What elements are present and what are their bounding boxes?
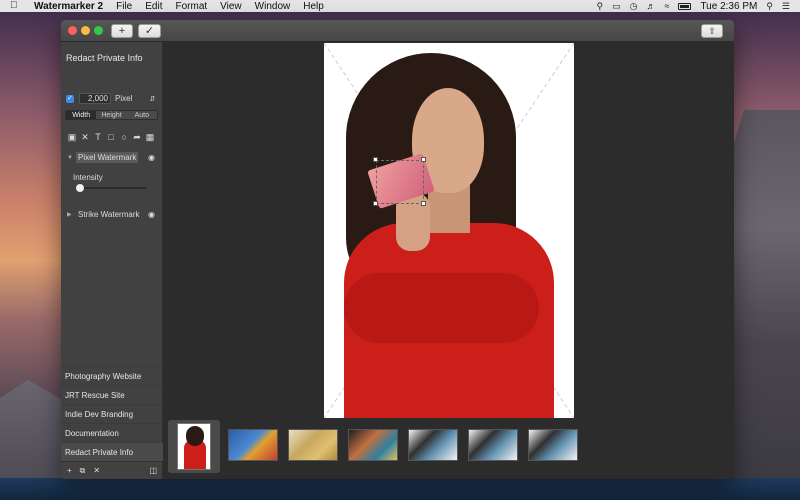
thumbnail[interactable] [408, 429, 458, 461]
thumbnail[interactable] [228, 429, 278, 461]
menu-format[interactable]: Format [175, 1, 207, 12]
preset-item-selected[interactable]: Redact Private Info [61, 442, 163, 461]
image-icon[interactable]: ▣ [67, 132, 77, 142]
menu-app-name[interactable]: Watermarker 2 [34, 1, 103, 12]
segment-height[interactable]: Height [96, 111, 127, 119]
watermark-label[interactable]: Pixel Watermark [76, 152, 139, 163]
apple-menu-icon[interactable]:  [10, 1, 20, 11]
duplicate-preset-icon[interactable]: ⧉ [80, 466, 86, 476]
window-titlebar: + ✓ ⇧ [61, 20, 734, 42]
preset-item[interactable]: Indie Dev Branding [61, 404, 163, 423]
checkmark-icon: ✓ [144, 25, 155, 37]
status-area: ⚲ ▭ ◷ ♬ ≈ Tue 2:36 PM ⚲ ☰ [597, 1, 790, 12]
disclosure-collapsed-icon[interactable]: ▶ [67, 211, 76, 218]
segment-width[interactable]: Width [66, 111, 97, 119]
apply-button[interactable]: ✓ [138, 24, 161, 38]
dimension-segmented-control: Width Height Auto [65, 110, 158, 120]
size-input[interactable]: 2,000 [79, 93, 111, 104]
watermark-item-strike[interactable]: ▶ Strike Watermark ◉ [67, 209, 155, 220]
menubar-clock[interactable]: Tue 2:36 PM [700, 1, 757, 12]
preview-canvas [164, 42, 734, 418]
watermark-selection-box[interactable] [376, 160, 424, 204]
resize-handle[interactable] [421, 201, 426, 206]
sidebar: Redact Private Info ✓ 2,000 Pixel ⇵ Widt… [61, 42, 163, 479]
close-window-button[interactable] [68, 26, 77, 35]
search-icon[interactable]: ⚲ [766, 1, 773, 11]
circle-icon[interactable]: ○ [119, 132, 129, 142]
wifi-icon[interactable]: ≈ [664, 1, 669, 11]
plus-icon: + [118, 25, 126, 37]
intensity-label: Intensity [73, 173, 103, 182]
thumbnail[interactable] [468, 429, 518, 461]
resize-handle[interactable] [373, 201, 378, 206]
preset-item[interactable]: Documentation [61, 423, 163, 442]
thumbnail-selected[interactable] [168, 420, 220, 473]
resize-handle[interactable] [421, 157, 426, 162]
menu-view[interactable]: View [220, 1, 242, 12]
thumbnail[interactable] [528, 429, 578, 461]
preset-item[interactable]: Photography Website [61, 366, 163, 385]
add-button[interactable]: + [111, 24, 133, 38]
menu-bar:  Watermarker 2 File Edit Format View Wi… [0, 0, 800, 12]
airplay-icon[interactable]: ▭ [612, 1, 621, 11]
time-machine-icon[interactable]: ◷ [630, 1, 638, 11]
intensity-slider[interactable] [76, 187, 146, 189]
checker-icon[interactable]: ▦ [145, 132, 155, 142]
filmstrip [164, 418, 734, 479]
thumbnail-hair [186, 426, 204, 446]
thumbnail-image [177, 423, 211, 470]
unit-chevron-icon[interactable]: ⇵ [149, 95, 155, 103]
desktop-lake [0, 478, 800, 500]
watermark-item-pixel[interactable]: ▼ Pixel Watermark ◉ [67, 152, 155, 163]
volume-icon[interactable]: ♬ [646, 1, 655, 11]
rectangle-icon[interactable]: □ [106, 132, 116, 142]
toggle-sidebar-icon[interactable]: ◫ [149, 466, 157, 475]
share-icon: ⇧ [708, 26, 716, 36]
delete-preset-icon[interactable]: ✕ [93, 466, 100, 475]
intensity-slider-knob[interactable] [76, 184, 84, 192]
preset-title[interactable]: Redact Private Info [66, 53, 143, 63]
output-size-row: ✓ 2,000 Pixel ⇵ [66, 93, 155, 104]
arrow-icon[interactable]: ➦ [132, 132, 142, 142]
preset-item[interactable]: JRT Rescue Site [61, 385, 163, 404]
photo-arm [344, 273, 539, 343]
resize-handle[interactable] [373, 157, 378, 162]
menu-window[interactable]: Window [255, 1, 291, 12]
text-icon[interactable]: T [93, 132, 103, 142]
maximize-window-button[interactable] [94, 26, 103, 35]
preset-list: Photography Website JRT Rescue Site Indi… [61, 366, 163, 461]
minimize-window-button[interactable] [81, 26, 90, 35]
app-window: + ✓ ⇧ Redact Private Info ✓ 2,000 Pixel … [61, 20, 734, 479]
watermark-toolbar: ▣ ✕ T □ ○ ➦ ▦ [67, 132, 155, 142]
battery-icon[interactable] [678, 2, 692, 10]
menu-file[interactable]: File [116, 1, 132, 12]
thumbnail[interactable] [348, 429, 398, 461]
thumbnail[interactable] [288, 429, 338, 461]
preview-photo[interactable] [324, 43, 574, 418]
notification-center-icon[interactable]: ☰ [782, 1, 790, 11]
menu-help[interactable]: Help [303, 1, 324, 12]
segment-auto[interactable]: Auto [126, 111, 157, 119]
cross-icon[interactable]: ✕ [80, 132, 90, 142]
menu-edit[interactable]: Edit [145, 1, 162, 12]
disclosure-expanded-icon[interactable]: ▼ [67, 155, 76, 161]
visibility-eye-icon[interactable]: ◉ [148, 210, 155, 219]
unit-select[interactable]: Pixel [115, 94, 132, 103]
add-preset-icon[interactable]: + [67, 466, 72, 475]
watermark-label[interactable]: Strike Watermark [76, 209, 142, 220]
resize-checkbox[interactable]: ✓ [66, 94, 74, 103]
share-button[interactable]: ⇧ [701, 24, 723, 38]
visibility-eye-icon[interactable]: ◉ [148, 153, 155, 162]
sidebar-footer: + ⧉ ✕ ◫ [61, 461, 163, 479]
pin-icon[interactable]: ⚲ [597, 1, 604, 11]
